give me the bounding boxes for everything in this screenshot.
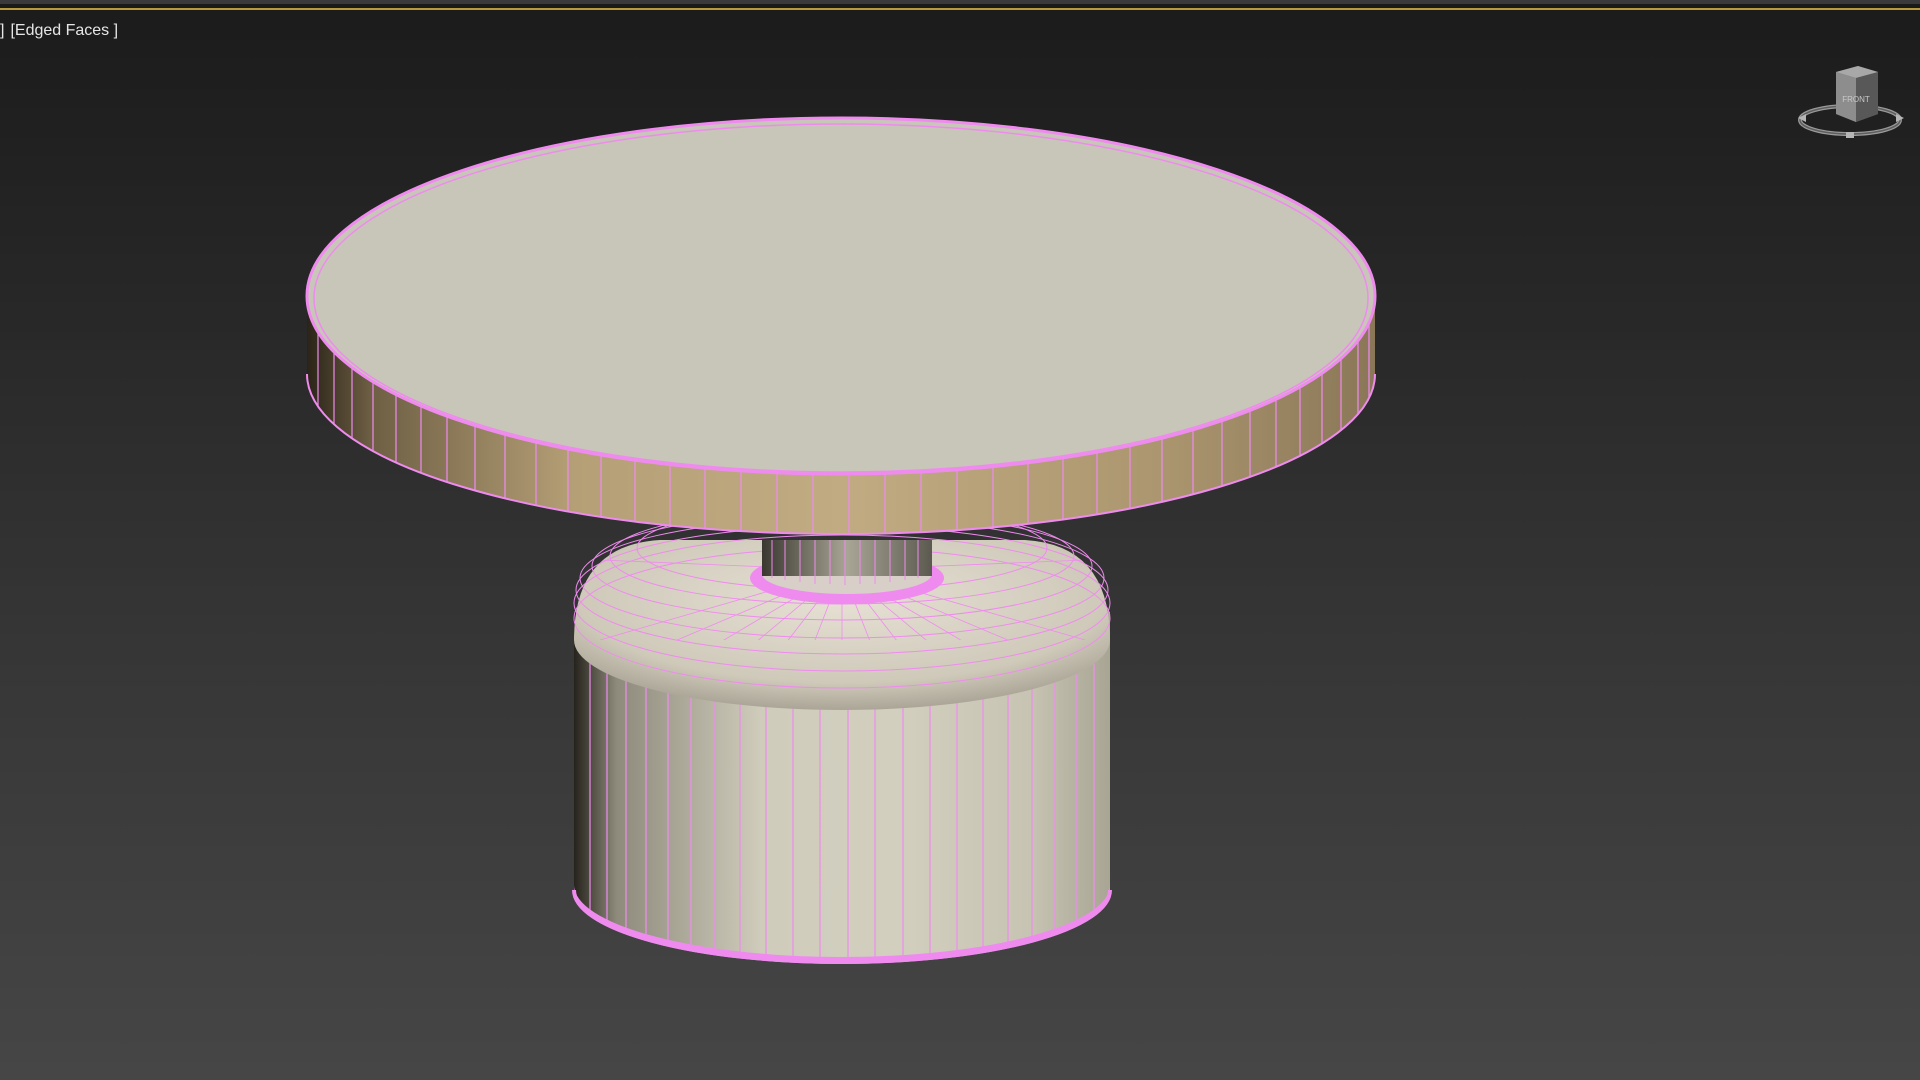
perspective-viewport[interactable]: ] [Edged Faces ] FRONT <box>0 0 1920 1080</box>
table-model[interactable] <box>305 116 1377 1000</box>
viewcube-icon[interactable]: FRONT <box>1792 60 1912 150</box>
stem[interactable] <box>762 540 932 576</box>
viewcube-face-label[interactable]: FRONT <box>1842 95 1870 104</box>
scene-canvas[interactable] <box>0 0 1920 1080</box>
